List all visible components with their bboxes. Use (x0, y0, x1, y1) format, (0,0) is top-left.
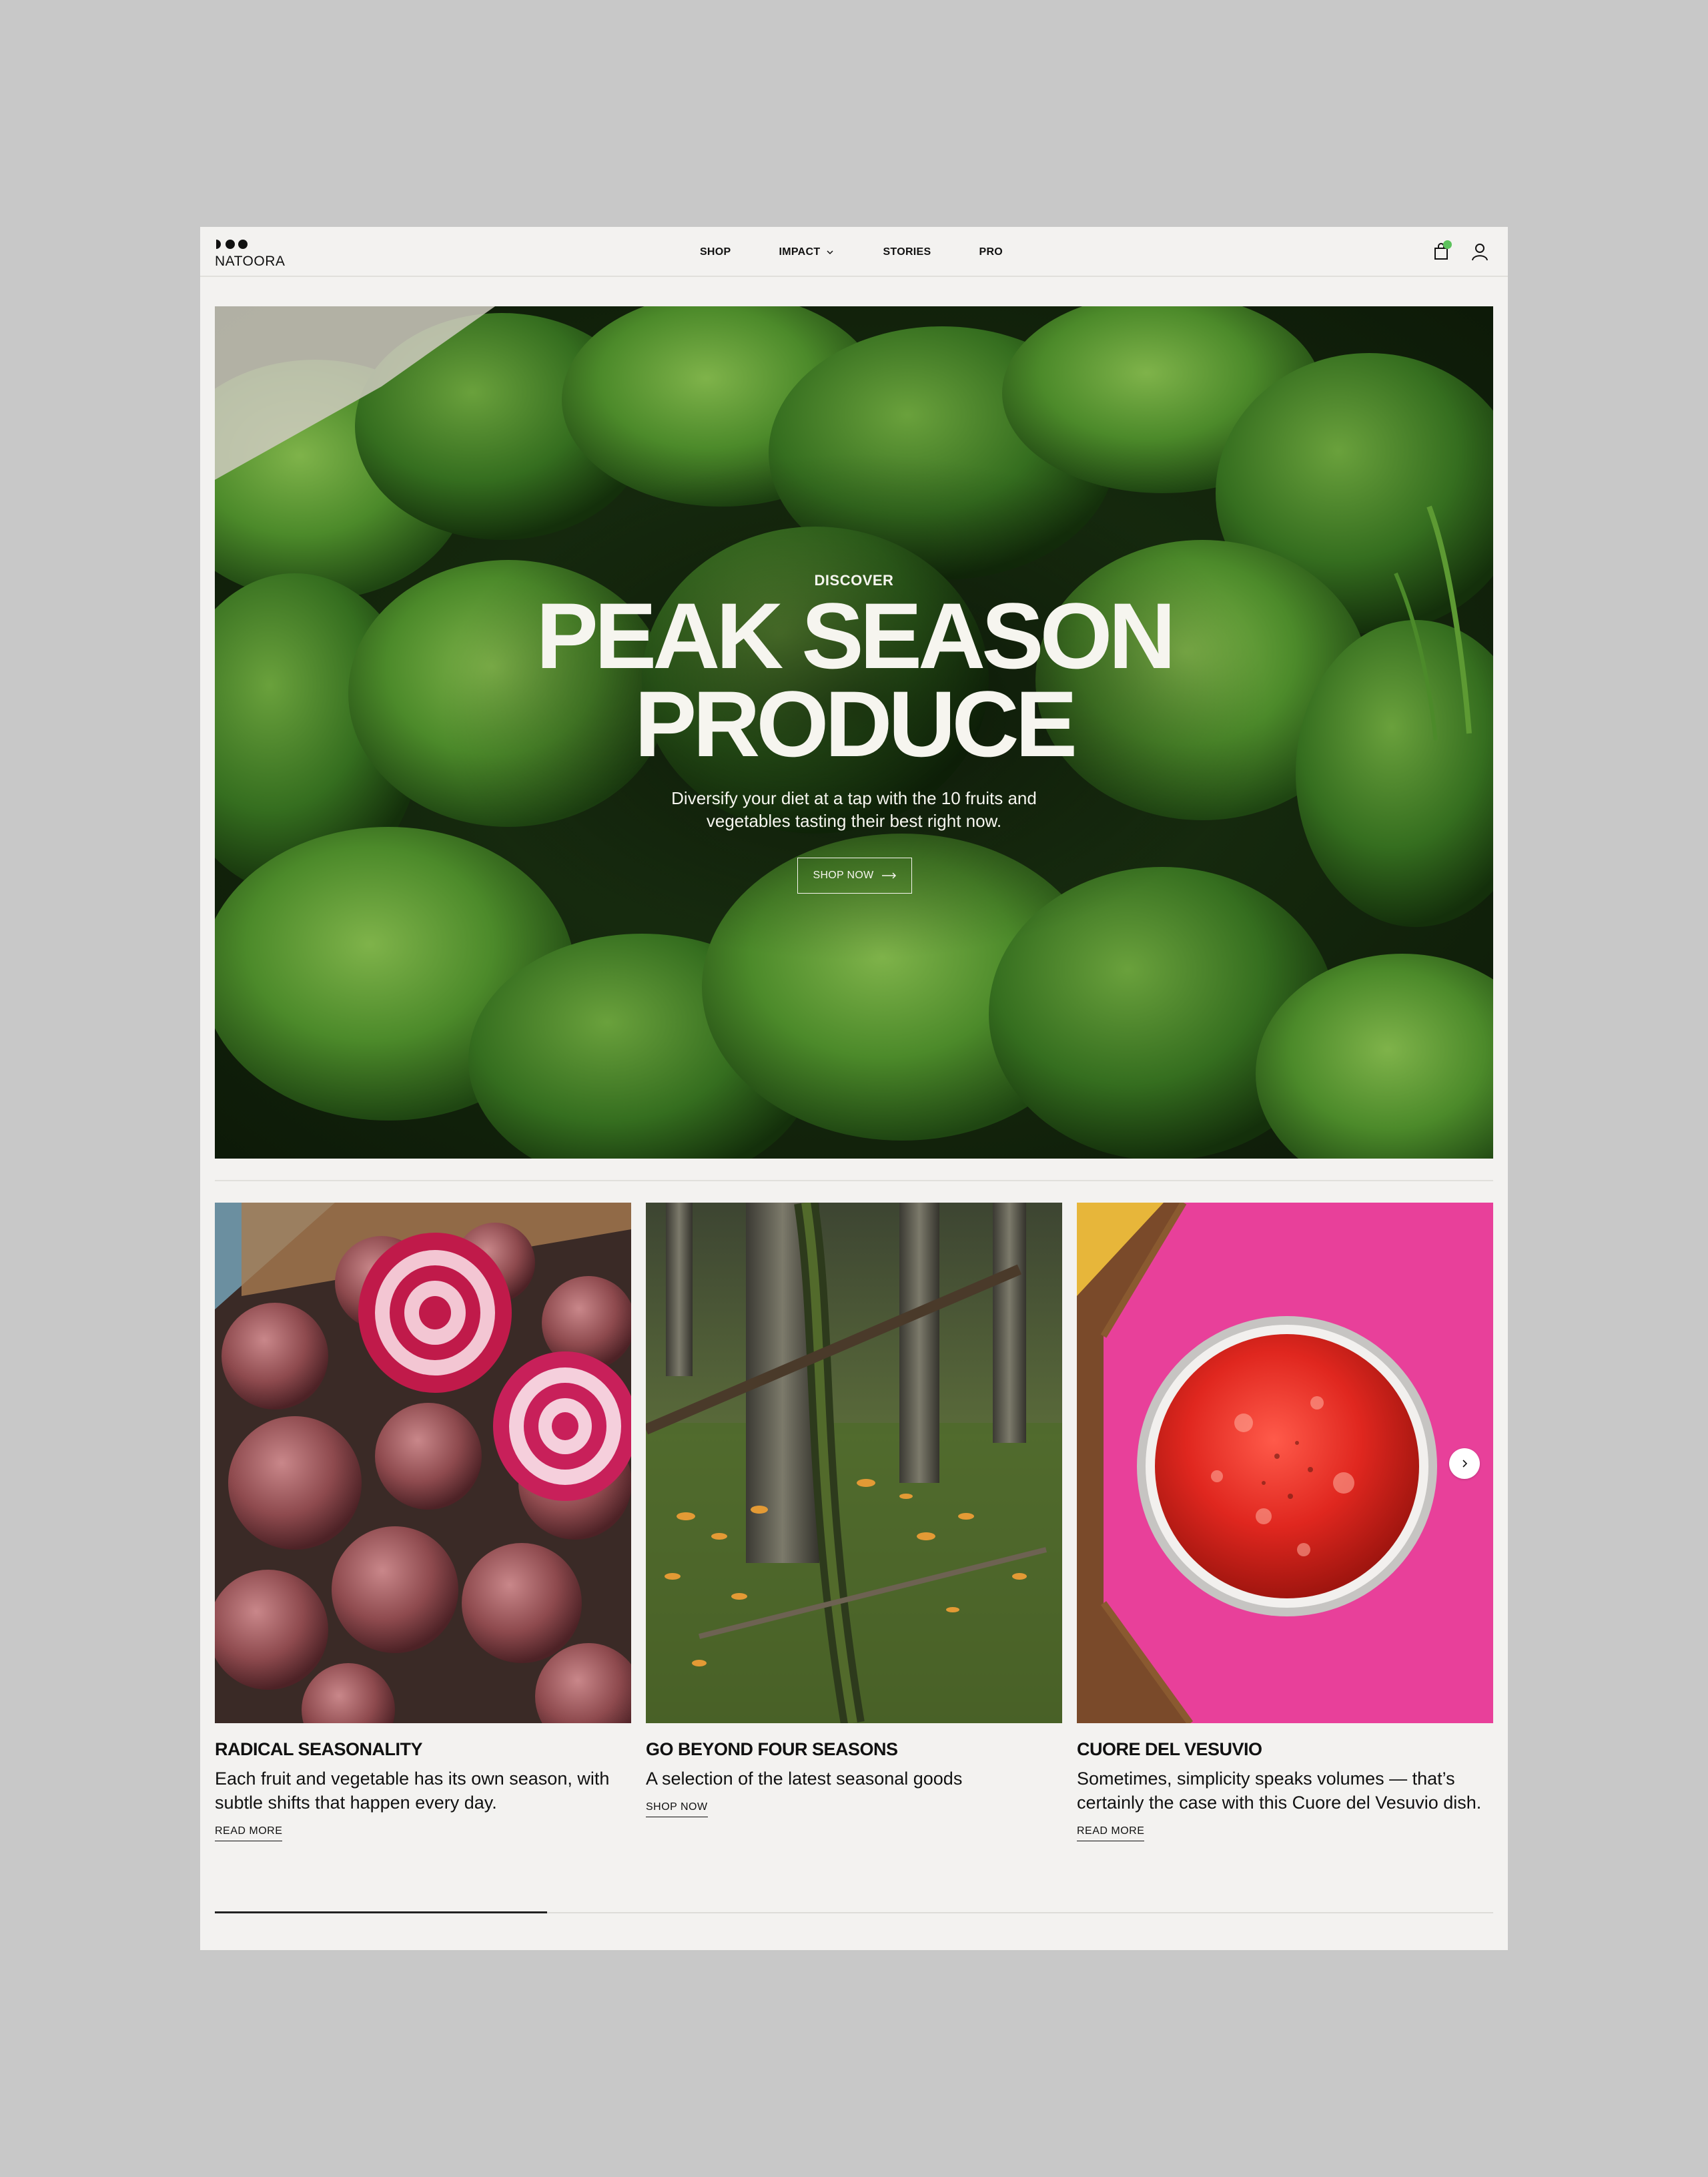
card-go-beyond-four-seasons[interactable]: GO BEYOND FOUR SEASONS A selection of th… (646, 1203, 1062, 1817)
hero-title-line-2: PRODUCE (634, 671, 1078, 776)
nav-stories-label: STORIES (883, 246, 931, 258)
card-description: Sometimes, simplicity speaks volumes — t… (1077, 1769, 1482, 1813)
carousel-progress-fill (215, 1911, 548, 1913)
card-description: A selection of the latest seasonal goods (646, 1769, 963, 1789)
forest-mushrooms-image (646, 1203, 1062, 1723)
card-image[interactable] (646, 1203, 1062, 1723)
read-more-link[interactable]: READ MORE (215, 1825, 283, 1841)
nav-impact-label: IMPACT (779, 246, 821, 258)
carousel-next-button[interactable] (1449, 1448, 1480, 1479)
card-title: RADICAL SEASONALITY (215, 1739, 423, 1759)
hero-title: PEAK SEASON PRODUCE (215, 583, 1493, 776)
cart-button[interactable] (1432, 240, 1452, 262)
hero-shop-now-button[interactable]: SHOP NOW (797, 858, 912, 894)
nav-impact[interactable]: IMPACT (779, 246, 835, 258)
read-more-link[interactable]: READ MORE (1077, 1825, 1145, 1841)
card-title: CUORE DEL VESUVIO (1077, 1739, 1262, 1759)
card-title: GO BEYOND FOUR SEASONS (646, 1739, 898, 1759)
nav-pro[interactable]: PRO (979, 246, 1003, 258)
card-cuore-del-vesuvio[interactable]: CUORE DEL VESUVIO Sometimes, simplicity … (1077, 1203, 1493, 1841)
hero-title-line-1: PEAK SEASON (536, 583, 1176, 688)
hero-banner: DISCOVER PEAK SEASON PRODUCE Diversify y… (215, 306, 1493, 1159)
card-radical-seasonality[interactable]: RADICAL SEASONALITY Each fruit and veget… (215, 1203, 631, 1841)
tomato-dish-image (1077, 1203, 1493, 1723)
section-divider (215, 1180, 1493, 1181)
hero-shop-now-label: SHOP NOW (813, 870, 874, 881)
nav-stories[interactable]: STORIES (883, 246, 931, 258)
arrow-right-icon (881, 872, 896, 879)
card-image[interactable] (1077, 1203, 1493, 1723)
header-actions (1432, 240, 1489, 263)
nav-shop[interactable]: SHOP (700, 246, 731, 258)
shop-now-link[interactable]: SHOP NOW (646, 1801, 708, 1817)
site-header: NATOORA SHOP IMPACT STORIES PRO (200, 227, 1508, 277)
beetroot-image (215, 1203, 631, 1723)
hero-content: DISCOVER PEAK SEASON PRODUCE Diversify y… (215, 306, 1493, 1159)
nav-pro-label: PRO (979, 246, 1003, 258)
card-image[interactable] (215, 1203, 631, 1723)
card-description: Each fruit and vegetable has its own sea… (215, 1769, 610, 1813)
nav-shop-label: SHOP (699, 246, 731, 258)
carousel-progress (215, 1911, 1493, 1913)
hero-subtitle: Diversify your diet at a tap with the 10… (671, 788, 1037, 831)
beet-slice-1 (358, 1233, 512, 1393)
main-nav: SHOP IMPACT STORIES PRO (200, 227, 1508, 277)
user-icon (1472, 244, 1488, 261)
beet-slice-2 (493, 1351, 631, 1501)
chevron-down-icon (827, 250, 833, 254)
chevron-right-icon (1462, 1460, 1468, 1468)
cart-indicator (1443, 240, 1452, 249)
account-button[interactable] (1470, 242, 1489, 262)
page: NATOORA SHOP IMPACT STORIES PRO DISCOVER… (200, 227, 1508, 1950)
